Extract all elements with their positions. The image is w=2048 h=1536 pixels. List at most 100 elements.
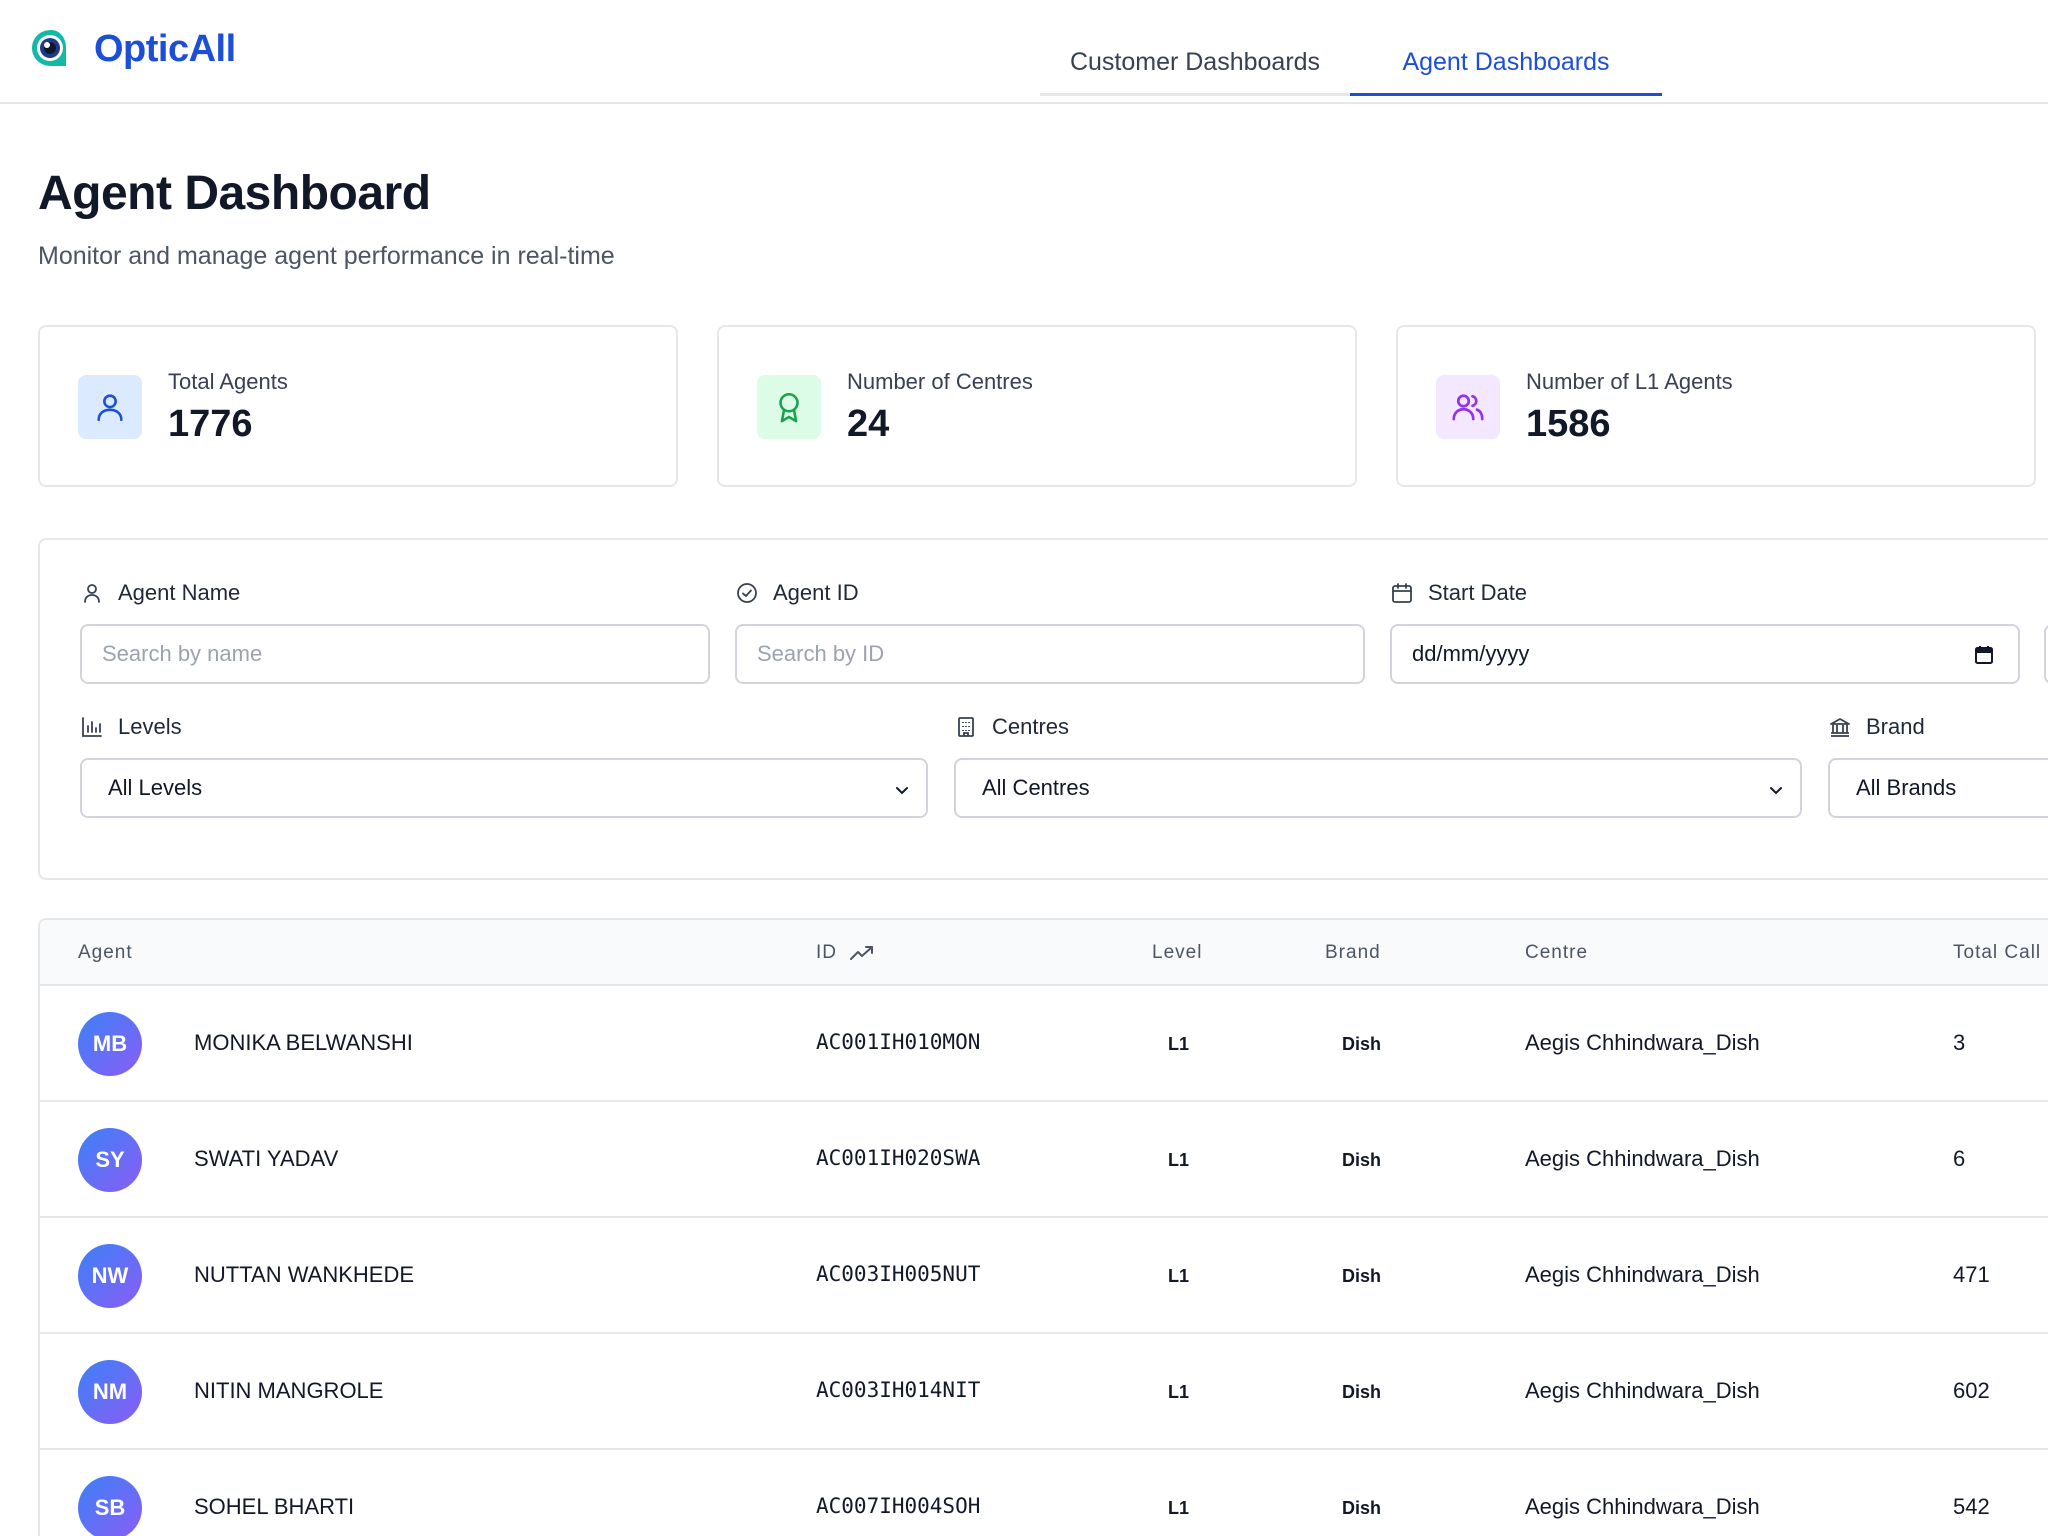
stat-label: Total Agents bbox=[168, 369, 288, 394]
agent-total-calls: 6 bbox=[1953, 1146, 1966, 1171]
column-header-id[interactable]: ID bbox=[816, 942, 875, 964]
agent-centre: Aegis Chhindwara_Dish bbox=[1525, 1030, 1760, 1055]
chevron-down-icon bbox=[896, 787, 908, 795]
agent-name-label-text: Agent Name bbox=[118, 580, 241, 605]
page-title: Agent Dashboard bbox=[38, 167, 431, 220]
trending-up-icon[interactable] bbox=[849, 944, 875, 962]
column-header-agent[interactable]: Agent bbox=[78, 942, 133, 964]
agent-brand: Dish bbox=[1342, 1498, 1382, 1518]
agent-brand: Dish bbox=[1342, 1266, 1382, 1286]
table-row[interactable]: NW NUTTAN WANKHEDE AC003IH005NUT L1 Dish… bbox=[40, 1218, 2048, 1334]
chevron-down-icon bbox=[1770, 787, 1782, 795]
agent-level: L1 bbox=[1168, 1150, 1190, 1170]
landmark-icon bbox=[1830, 718, 1850, 737]
agent-id: AC007IH004SOH bbox=[816, 1494, 981, 1518]
agent-total-calls: 471 bbox=[1953, 1262, 1990, 1287]
column-header-level[interactable]: Level bbox=[1152, 942, 1202, 964]
table-row[interactable]: SY SWATI YADAV AC001IH020SWA L1 Dish Aeg… bbox=[40, 1102, 2048, 1218]
filters-panel: Agent Name Search by name Agent ID Searc… bbox=[38, 538, 2048, 880]
top-header: OpticAll Customer Dashboards Agent Dashb… bbox=[0, 0, 2048, 104]
column-header-brand[interactable]: Brand bbox=[1325, 942, 1381, 964]
table-row[interactable]: NM NITIN MANGROLE AC003IH014NIT L1 Dish … bbox=[40, 1334, 2048, 1450]
levels-select[interactable]: All Levels bbox=[80, 758, 928, 818]
agent-total-calls: 602 bbox=[1953, 1378, 1990, 1403]
agent-name: NUTTAN WANKHEDE bbox=[194, 1262, 414, 1287]
agents-table: Agent ID Level Brand Centre Total Call M… bbox=[38, 918, 2048, 1536]
agent-id: AC001IH010MON bbox=[816, 1030, 981, 1054]
table-header: Agent ID Level Brand Centre Total Call bbox=[40, 920, 2048, 986]
agent-brand: Dish bbox=[1342, 1382, 1382, 1402]
app-name: OpticAll bbox=[94, 27, 236, 70]
building-icon bbox=[958, 717, 974, 737]
stat-card-total-agents: Total Agents 1776 bbox=[38, 325, 678, 487]
avatar: SB bbox=[78, 1476, 142, 1536]
agent-id: AC003IH014NIT bbox=[816, 1378, 981, 1402]
start-date-value: dd/mm/yyyy bbox=[1412, 641, 1530, 666]
column-header-total-calls[interactable]: Total Call bbox=[1953, 942, 2041, 964]
agent-centre: Aegis Chhindwara_Dish bbox=[1525, 1378, 1760, 1403]
avatar: SY bbox=[78, 1128, 142, 1192]
agent-name-search-input[interactable]: Search by name bbox=[80, 624, 710, 684]
agent-brand: Dish bbox=[1342, 1150, 1382, 1170]
brand-select[interactable]: All Brands bbox=[1828, 758, 2048, 818]
stat-label: Number of L1 Agents bbox=[1526, 369, 1733, 394]
avatar: MB bbox=[78, 1012, 142, 1076]
badge-check-icon bbox=[737, 583, 757, 603]
agent-brand: Dish bbox=[1342, 1034, 1382, 1054]
start-date-input[interactable]: dd/mm/yyyy bbox=[1390, 624, 2020, 684]
agent-level: L1 bbox=[1168, 1498, 1190, 1518]
centres-select[interactable]: All Centres bbox=[954, 758, 1802, 818]
stat-card-l1-agents: Number of L1 Agents 1586 bbox=[1396, 325, 2036, 487]
user-icon bbox=[78, 375, 142, 439]
avatar: NM bbox=[78, 1360, 142, 1424]
dashboard-tabs: Customer Dashboards Agent Dashboards bbox=[1040, 0, 1662, 104]
agent-level: L1 bbox=[1168, 1034, 1190, 1054]
stat-value: 1776 bbox=[168, 403, 253, 445]
stat-label: Number of Centres bbox=[847, 369, 1033, 394]
brand-label: Brand bbox=[1828, 714, 1925, 740]
stat-value: 24 bbox=[847, 403, 890, 445]
end-date-input-partial[interactable] bbox=[2044, 624, 2048, 684]
column-header-centre[interactable]: Centre bbox=[1525, 942, 1588, 964]
bar-chart-icon bbox=[82, 717, 102, 737]
avatar: NW bbox=[78, 1244, 142, 1308]
tab-customer-dashboards[interactable]: Customer Dashboards bbox=[1040, 0, 1350, 96]
centres-label: Centres bbox=[954, 714, 1069, 740]
users-icon bbox=[1436, 375, 1500, 439]
start-date-label-text: Start Date bbox=[1428, 580, 1528, 605]
levels-label-text: Levels bbox=[118, 714, 182, 739]
agent-id-label: Agent ID bbox=[735, 580, 859, 606]
stat-card-number-of-centres: Number of Centres 24 bbox=[717, 325, 1357, 487]
tab-agent-dashboards[interactable]: Agent Dashboards bbox=[1350, 0, 1662, 96]
agent-centre: Aegis Chhindwara_Dish bbox=[1525, 1146, 1760, 1171]
agent-id: AC001IH020SWA bbox=[816, 1146, 981, 1170]
agent-name: SOHEL BHARTI bbox=[194, 1494, 355, 1519]
levels-label: Levels bbox=[80, 714, 182, 740]
agent-total-calls: 3 bbox=[1953, 1030, 1966, 1055]
agent-name: SWATI YADAV bbox=[194, 1146, 339, 1171]
brand-label-text: Brand bbox=[1866, 714, 1925, 739]
page-subtitle: Monitor and manage agent performance in … bbox=[38, 242, 615, 270]
calendar-picker-icon[interactable] bbox=[1974, 645, 1994, 665]
agent-centre: Aegis Chhindwara_Dish bbox=[1525, 1494, 1760, 1519]
agent-level: L1 bbox=[1168, 1382, 1190, 1402]
agent-name: MONIKA BELWANSHI bbox=[194, 1030, 413, 1055]
logo[interactable]: OpticAll bbox=[28, 26, 236, 72]
start-date-label: Start Date bbox=[1390, 580, 1527, 606]
levels-select-value: All Levels bbox=[108, 775, 203, 800]
agent-total-calls: 542 bbox=[1953, 1494, 1990, 1519]
brand-select-value: All Brands bbox=[1856, 775, 1957, 800]
award-icon bbox=[757, 375, 821, 439]
agent-level: L1 bbox=[1168, 1266, 1190, 1286]
agent-name: NITIN MANGROLE bbox=[194, 1378, 384, 1403]
user-icon bbox=[84, 584, 100, 603]
agent-centre: Aegis Chhindwara_Dish bbox=[1525, 1262, 1760, 1287]
table-row[interactable]: MB MONIKA BELWANSHI AC001IH010MON L1 Dis… bbox=[40, 986, 2048, 1102]
column-header-id-label: ID bbox=[816, 942, 837, 963]
table-row[interactable]: SB SOHEL BHARTI AC007IH004SOH L1 Dish Ae… bbox=[40, 1450, 2048, 1536]
agent-id-search-input[interactable]: Search by ID bbox=[735, 624, 1365, 684]
agent-id: AC003IH005NUT bbox=[816, 1262, 981, 1286]
agent-id-label-text: Agent ID bbox=[773, 580, 859, 605]
eye-logo-icon bbox=[32, 30, 66, 66]
calendar-icon bbox=[1392, 583, 1412, 603]
